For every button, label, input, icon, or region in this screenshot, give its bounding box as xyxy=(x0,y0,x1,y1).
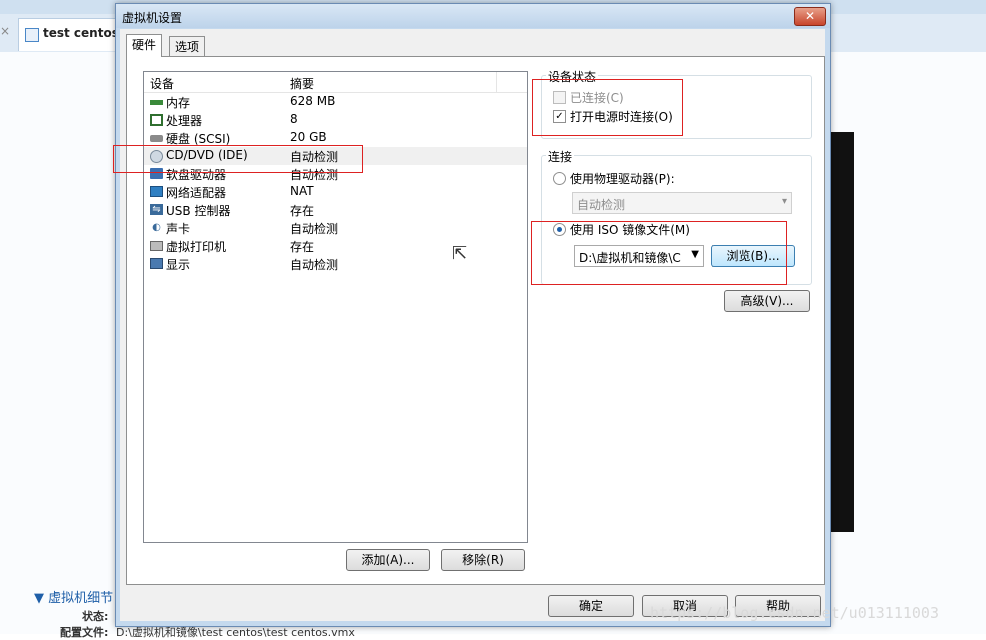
close-button[interactable]: ✕ xyxy=(794,7,826,26)
mouse-pointer-icon: ⇱ xyxy=(452,243,468,264)
device-row-sound-card[interactable]: ◐ 声卡 自动检测 xyxy=(144,219,527,237)
physical-drive-label: 使用物理驱动器(P): xyxy=(570,172,675,186)
physical-drive-radio[interactable] xyxy=(553,172,566,185)
printer-icon xyxy=(150,241,163,251)
device-list[interactable]: 设备 摘要 内存 628 MB 处理器 8 硬盘 (SCSI) 20 GB CD… xyxy=(143,71,528,543)
tab-options[interactable]: 选项 xyxy=(169,36,206,57)
highlight-box-iso xyxy=(531,221,787,285)
device-summary: 自动检测 xyxy=(290,222,339,236)
device-row-display[interactable]: 显示 自动检测 xyxy=(144,255,527,273)
column-header-device[interactable]: 设备 xyxy=(150,75,174,92)
ok-button[interactable]: 确定 xyxy=(548,595,634,617)
column-divider xyxy=(496,72,497,92)
device-name: 网络适配器 xyxy=(166,186,227,200)
vm-status-label: 状态: xyxy=(82,610,109,623)
physical-drive-value: 自动检测 xyxy=(577,198,626,212)
device-summary: 存在 xyxy=(290,240,315,254)
network-adapter-icon xyxy=(150,186,163,197)
device-name: USB 控制器 xyxy=(166,204,231,218)
device-summary: 20 GB xyxy=(290,130,327,144)
device-summary: NAT xyxy=(290,184,314,198)
device-summary: 自动检测 xyxy=(290,258,339,272)
highlight-box-cd-dvd xyxy=(113,145,363,173)
dialog-title-bar[interactable]: 虚拟机设置 ✕ xyxy=(116,4,830,28)
device-name: 内存 xyxy=(166,96,191,110)
display-icon xyxy=(150,258,163,269)
remove-device-button[interactable]: 移除(R) xyxy=(441,549,525,571)
device-name: 显示 xyxy=(166,258,191,272)
background-tab-close-icon[interactable]: × xyxy=(0,24,10,38)
vm-icon xyxy=(25,28,39,42)
hard-disk-icon xyxy=(150,135,163,142)
physical-drive-select[interactable]: 自动检测 ▾ xyxy=(572,192,792,214)
vm-settings-dialog: 虚拟机设置 ✕ 硬件 选项 设备 摘要 内存 628 MB 处理器 8 硬盘 (… xyxy=(113,3,831,627)
device-list-header: 设备 摘要 xyxy=(144,72,527,93)
device-row-printer[interactable]: 虚拟打印机 存在 xyxy=(144,237,527,255)
processor-icon xyxy=(150,114,163,126)
device-name: 处理器 xyxy=(166,114,203,128)
sound-card-icon: ◐ xyxy=(152,222,161,233)
vm-config-label: 配置文件: xyxy=(60,626,109,639)
background-vm-tab-label: test centos xyxy=(43,26,119,40)
usb-icon: ⇋ xyxy=(150,204,163,215)
device-summary: 存在 xyxy=(290,204,315,218)
advanced-button[interactable]: 高级(V)... xyxy=(724,290,810,312)
hardware-tab-pane: 设备 摘要 内存 628 MB 处理器 8 硬盘 (SCSI) 20 GB CD… xyxy=(113,56,825,585)
column-header-summary[interactable]: 摘要 xyxy=(290,75,314,92)
vm-details-heading[interactable]: ▼ 虚拟机细节 xyxy=(34,587,113,606)
dialog-title: 虚拟机设置 xyxy=(122,11,183,25)
background-vm-tab[interactable]: test centos xyxy=(18,18,120,51)
chevron-down-icon: ▾ xyxy=(781,196,787,207)
add-device-button[interactable]: 添加(A)... xyxy=(346,549,430,571)
device-row-network-adapter[interactable]: 网络适配器 NAT xyxy=(144,183,527,201)
watermark: https://blog.csdn.net/u013111003 xyxy=(650,604,939,622)
device-row-usb-controller[interactable]: ⇋ USB 控制器 存在 xyxy=(144,201,527,219)
device-summary: 628 MB xyxy=(290,94,336,108)
device-row-processor[interactable]: 处理器 8 xyxy=(144,111,527,129)
highlight-box-device-status xyxy=(532,79,683,136)
device-name: 声卡 xyxy=(166,222,191,236)
tab-hardware[interactable]: 硬件 xyxy=(126,34,163,57)
connection-title: 连接 xyxy=(546,148,575,165)
device-row-memory[interactable]: 内存 628 MB xyxy=(144,93,527,111)
memory-icon xyxy=(150,100,163,105)
device-name: 虚拟打印机 xyxy=(166,240,227,254)
device-summary: 8 xyxy=(290,112,298,126)
dialog-client-area: 硬件 选项 设备 摘要 内存 628 MB 处理器 8 硬盘 (SCSI) 20… xyxy=(113,29,825,621)
